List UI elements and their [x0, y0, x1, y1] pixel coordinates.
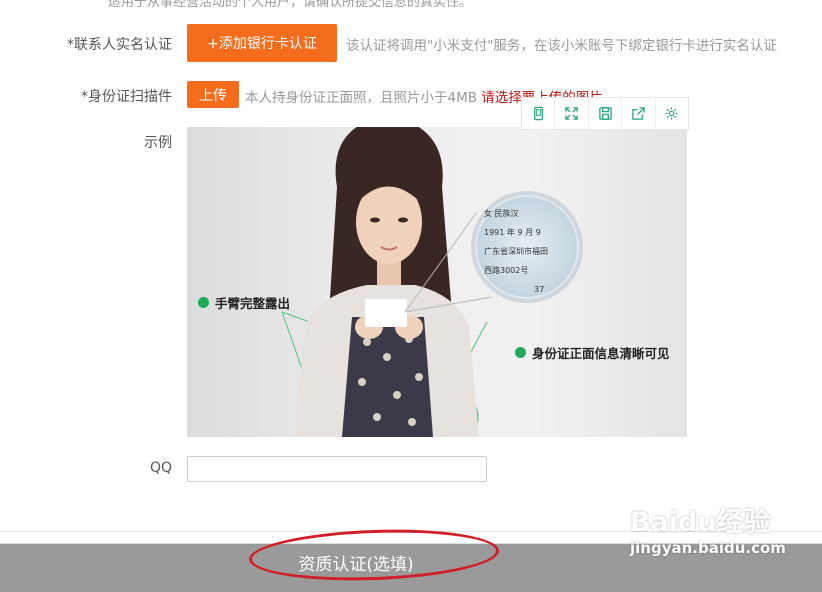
upload-button[interactable]: 上传	[187, 81, 239, 108]
qq-label: QQ	[149, 460, 172, 476]
realname-hint: 该认证将调用"小米支付"服务，在该小米账号下绑定银行卡进行实名认证	[346, 38, 777, 54]
card-line-5: 37	[534, 285, 545, 294]
baidu-watermark: Baidu经验 jingyan.baidu.com	[630, 500, 786, 557]
green-dot-icon	[198, 297, 209, 308]
idcard-hint: 本人持身份证正面照，且照片小于4MB	[245, 90, 477, 106]
callout-card-text: 身份证正面信息清晰可见	[532, 346, 670, 361]
image-toolbar	[521, 97, 689, 130]
example-photo: 女 民族汉 1991 年 9 月 9 广东省深圳市福田 西路3002号 37 手…	[187, 127, 687, 437]
qq-input[interactable]	[187, 456, 487, 482]
idcard-label: *身份证扫描件	[81, 89, 172, 105]
fullscreen-icon[interactable]	[555, 98, 589, 129]
callout-card: 身份证正面信息清晰可见	[515, 343, 670, 362]
add-bank-card-button[interactable]: +添加银行卡认证	[187, 24, 337, 62]
truncated-description: 适用于从事经营活动的个人用户，请确认所提交信息的真实性。	[108, 0, 473, 10]
card-line-1: 女 民族汉	[484, 209, 519, 218]
baidu-logo-text: Baidu经验	[630, 507, 771, 538]
phone-icon[interactable]	[522, 98, 556, 129]
realname-label: *联系人实名认证	[67, 37, 172, 53]
baidu-url: jingyan.baidu.com	[630, 539, 786, 557]
card-line-4: 西路3002号	[484, 266, 529, 275]
card-line-2: 1991 年 9 月 9	[484, 228, 541, 237]
settings-icon[interactable]	[656, 98, 688, 129]
callout-arm: 手臂完整露出	[198, 293, 290, 312]
example-label: 示例	[144, 135, 172, 151]
card-line-3: 广东省深圳市福田	[484, 247, 548, 256]
share-icon[interactable]	[622, 98, 656, 129]
callout-arm-text: 手臂完整露出	[215, 296, 291, 311]
save-icon[interactable]	[589, 98, 623, 129]
green-dot-icon	[515, 347, 526, 358]
